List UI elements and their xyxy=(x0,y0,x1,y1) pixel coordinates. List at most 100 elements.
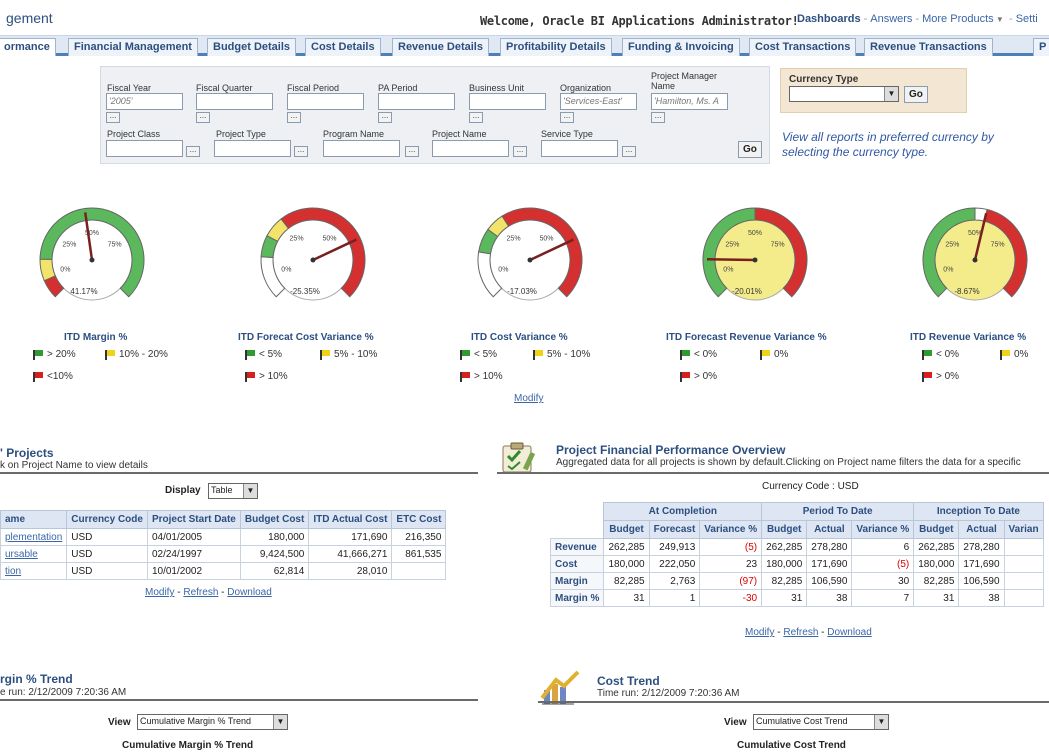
settings-link[interactable]: Setti xyxy=(1016,13,1038,25)
currency-type-select[interactable] xyxy=(789,86,899,102)
tab-cost-transactions[interactable]: Cost Transactions xyxy=(749,38,857,56)
overview-refresh-link[interactable]: Refresh xyxy=(783,627,818,638)
gauge-hub xyxy=(527,257,533,263)
project-manager-field[interactable]: 'Hamilton, Ms. A xyxy=(651,93,728,110)
green-flag-icon xyxy=(922,349,932,360)
red-flag-icon xyxy=(33,371,43,382)
project-class-browse-button[interactable]: ... xyxy=(186,146,200,157)
tab-revenue-transactions[interactable]: Revenue Transactions xyxy=(864,38,993,56)
global-links: Dashboards - Answers - More Products ▼ - Sett… xyxy=(797,13,1038,25)
program-name-browse-button[interactable]: ... xyxy=(405,146,419,157)
legend-item: > 0% xyxy=(922,371,959,382)
fiscal-quarter-browse-button[interactable]: ... xyxy=(196,112,210,123)
tab-cost-details[interactable]: Cost Details xyxy=(305,38,381,56)
pa-period-label: PA Period xyxy=(378,83,418,93)
fiscal-year-field[interactable]: '2005' xyxy=(106,93,183,110)
table-cell: 216,350 xyxy=(391,528,447,546)
table-cell: USD xyxy=(66,528,148,546)
yellow-flag-icon xyxy=(320,349,330,360)
project-class-label: Project Class xyxy=(107,129,161,139)
currency-help-text: View all reports in preferred currency b… xyxy=(782,130,994,159)
tab-budget-details[interactable]: Budget Details xyxy=(207,38,297,56)
project-name-link[interactable]: tion xyxy=(0,562,68,580)
gauges-modify-link[interactable]: Modify xyxy=(514,393,543,404)
organization-field[interactable]: 'Services-East' xyxy=(560,93,637,110)
tab-profitability-details[interactable]: Profitability Details xyxy=(500,38,612,56)
chevron-down-icon[interactable]: ▼ xyxy=(994,15,1006,24)
overview-download-link[interactable]: Download xyxy=(827,627,871,638)
project-name-field[interactable] xyxy=(432,140,509,157)
answers-link[interactable]: Answers xyxy=(870,13,912,25)
table-cell: 28,010 xyxy=(308,562,393,580)
project-manager-browse-button[interactable]: ... xyxy=(651,112,665,123)
tab-funding-invoicing[interactable]: Funding & Invoicing xyxy=(622,38,740,56)
dashboards-link[interactable]: Dashboards xyxy=(797,13,861,25)
cost-view-label: View xyxy=(724,717,747,728)
projects-refresh-link[interactable]: Refresh xyxy=(183,587,218,598)
green-flag-icon xyxy=(245,349,255,360)
gauge-value-label: -20.01% xyxy=(732,287,762,296)
column-header: Variance % xyxy=(851,520,915,539)
table-cell: 82,285 xyxy=(913,572,960,590)
fiscal-period-field[interactable] xyxy=(287,93,364,110)
table-cell: 249,913 xyxy=(648,538,701,556)
overview-subtitle: Aggregated data for all projects is show… xyxy=(556,457,1021,468)
projects-links: Modify - Refresh - Download xyxy=(145,587,272,598)
table-cell: 10/01/2002 xyxy=(146,562,241,580)
table-cell: 262,285 xyxy=(761,538,808,556)
gauge-tick-label: 50% xyxy=(322,235,336,242)
service-type-browse-button[interactable]: ... xyxy=(622,146,636,157)
gauge-tick-label: 50% xyxy=(748,230,762,237)
column-header[interactable]: ITD Actual Cost xyxy=(308,510,393,529)
table-cell: 2,763 xyxy=(648,572,701,590)
gauge-hub xyxy=(972,257,978,263)
project-name-link[interactable]: ursable xyxy=(0,545,68,563)
column-header[interactable]: ETC Cost xyxy=(391,510,447,529)
overview-modify-link[interactable]: Modify xyxy=(745,627,774,638)
column-header[interactable]: Project Start Date xyxy=(146,510,241,529)
project-type-field[interactable] xyxy=(214,140,291,157)
cost-view-select[interactable]: Cumulative Cost Trend xyxy=(753,714,889,730)
gauge-tick-label: 75% xyxy=(771,242,785,249)
table-cell: USD xyxy=(66,562,148,580)
fiscal-period-browse-button[interactable]: ... xyxy=(287,112,301,123)
business-unit-field[interactable] xyxy=(469,93,546,110)
project-class-field[interactable] xyxy=(106,140,183,157)
projects-modify-link[interactable]: Modify xyxy=(145,587,174,598)
gauge-value-label: -8.67% xyxy=(954,287,979,296)
gauge-tick-label: 0% xyxy=(281,267,291,274)
legend-item: > 10% xyxy=(245,371,288,382)
pa-period-browse-button[interactable]: ... xyxy=(378,112,392,123)
legend-item: > 10% xyxy=(460,371,503,382)
filters-go-button[interactable]: Go xyxy=(738,141,762,158)
pa-period-field[interactable] xyxy=(378,93,455,110)
service-type-field[interactable] xyxy=(541,140,618,157)
column-header[interactable]: Budget Cost xyxy=(239,510,310,529)
program-name-field[interactable] xyxy=(323,140,400,157)
project-name-label: Project Name xyxy=(432,129,487,139)
column-header[interactable]: Currency Code xyxy=(66,510,148,529)
tab-performance[interactable]: ormance xyxy=(0,38,56,56)
business-unit-browse-button[interactable]: ... xyxy=(469,112,483,123)
tab-revenue-details[interactable]: Revenue Details xyxy=(392,38,489,56)
tab-strip: ormance Financial Management Budget Deta… xyxy=(0,36,1049,56)
margin-view-select[interactable]: Cumulative Margin % Trend xyxy=(137,714,288,730)
gauge-title-itd-forecast-cost-variance: ITD Forecat Cost Variance % xyxy=(238,332,374,343)
gauge-needle xyxy=(706,257,756,262)
fiscal-quarter-field[interactable] xyxy=(196,93,273,110)
table-cell: 31 xyxy=(761,589,808,607)
currency-go-button[interactable]: Go xyxy=(904,86,928,103)
project-name-browse-button[interactable]: ... xyxy=(513,146,527,157)
fiscal-year-browse-button[interactable]: ... xyxy=(106,112,120,123)
project-type-browse-button[interactable]: ... xyxy=(294,146,308,157)
more-products-link[interactable]: More Products xyxy=(922,13,994,25)
tab-more[interactable]: P xyxy=(1033,38,1049,56)
display-select[interactable]: Table xyxy=(208,483,258,499)
tab-financial-management[interactable]: Financial Management xyxy=(68,38,198,56)
projects-download-link[interactable]: Download xyxy=(227,587,271,598)
project-type-label: Project Type xyxy=(216,129,266,139)
organization-browse-button[interactable]: ... xyxy=(560,112,574,123)
project-name-link[interactable]: plementation xyxy=(0,528,68,546)
column-header[interactable]: ame xyxy=(0,510,68,529)
table-cell: (5) xyxy=(699,538,763,556)
